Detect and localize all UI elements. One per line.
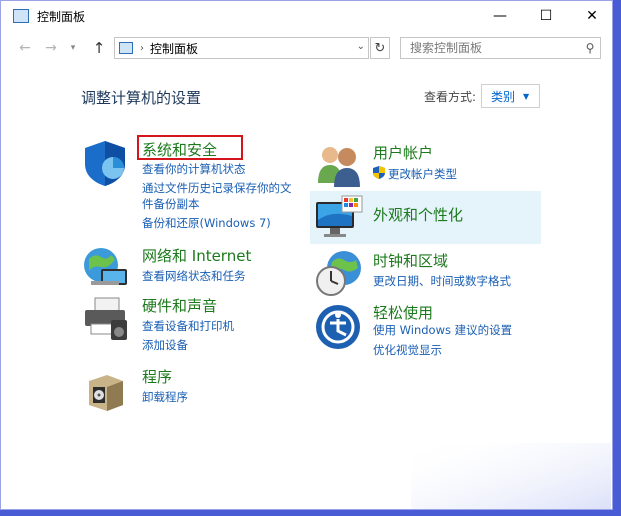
programs-box-icon [89,375,123,411]
highlight-box [137,135,243,160]
link-view-devices-printers[interactable]: 查看设备和打印机 [142,318,234,334]
display-palette-icon [316,195,363,237]
clock-globe-icon [316,251,361,296]
view-by-dropdown[interactable]: 类别 ▼ [481,84,540,108]
link-change-account-type[interactable]: 更改帐户类型 [388,166,457,182]
window-title: 控制面板 [37,9,86,24]
view-by-value: 类别 [491,89,516,104]
address-dropdown-icon[interactable]: ⌄ [357,41,365,52]
refresh-button[interactable]: ↻ [370,37,390,59]
back-button[interactable]: ← [15,37,35,59]
close-button[interactable]: ✕ [569,1,612,31]
forward-button[interactable]: → [41,37,61,59]
link-view-computer-status[interactable]: 查看你的计算机状态 [142,161,246,177]
control-panel-small-icon [119,42,133,54]
uac-shield-icon [373,166,385,179]
breadcrumb-chevron-icon[interactable]: › [140,43,144,54]
control-panel-window: 控制面板 — ☐ ✕ ← → ▾ ↑ › 控制面板 ⌄ ↻ ⚲ 调整计算机的设置… [0,0,613,510]
address-bar[interactable]: › 控制面板 ⌄ [114,37,369,59]
minimize-button[interactable]: — [477,1,523,31]
chevron-down-icon: ▼ [523,91,530,101]
category-title-hardware-sound[interactable]: 硬件和声音 [142,295,217,316]
link-file-history-backup[interactable]: 通过文件历史记录保存你的文件备份副本 [142,180,302,212]
navigation-bar: ← → ▾ ↑ › 控制面板 ⌄ ↻ ⚲ [1,35,612,61]
search-input[interactable] [408,40,580,56]
link-change-date-time-format[interactable]: 更改日期、时间或数字格式 [373,273,511,289]
link-optimize-visual-display[interactable]: 优化视觉显示 [373,342,442,358]
link-add-device[interactable]: 添加设备 [142,337,188,353]
up-button[interactable]: ↑ [89,37,109,59]
category-title-appearance-personalization[interactable]: 外观和个性化 [373,204,463,225]
globe-network-icon [84,248,127,285]
category-title-programs[interactable]: 程序 [142,366,172,387]
category-title-ease-of-access[interactable]: 轻松使用 [373,302,433,323]
category-title-user-accounts[interactable]: 用户帐户 [373,142,433,163]
category-title-network-internet[interactable]: 网络和 Internet [142,245,251,266]
page-heading: 调整计算机的设置 [81,89,202,107]
users-icon [318,147,360,187]
title-bar: 控制面板 — ☐ ✕ [1,1,612,31]
link-uninstall-program[interactable]: 卸载程序 [142,389,188,405]
link-backup-restore[interactable]: 备份和还原(Windows 7) [142,215,271,231]
breadcrumb-control-panel[interactable]: 控制面板 [150,40,198,57]
search-box[interactable]: ⚲ [400,37,601,59]
category-title-clock-region[interactable]: 时钟和区域 [373,250,448,271]
link-use-windows-recommended[interactable]: 使用 Windows 建议的设置 [373,322,512,338]
shield-icon [85,141,125,186]
ease-of-access-icon [316,305,360,349]
printer-icon [85,297,127,340]
control-panel-icon [13,9,29,23]
recent-locations-button[interactable]: ▾ [63,37,83,59]
link-view-network-status[interactable]: 查看网络状态和任务 [142,268,246,284]
maximize-button[interactable]: ☐ [523,1,569,31]
view-by-label: 查看方式: [424,90,477,104]
watermark-logo [411,443,611,509]
search-icon[interactable]: ⚲ [580,41,600,55]
